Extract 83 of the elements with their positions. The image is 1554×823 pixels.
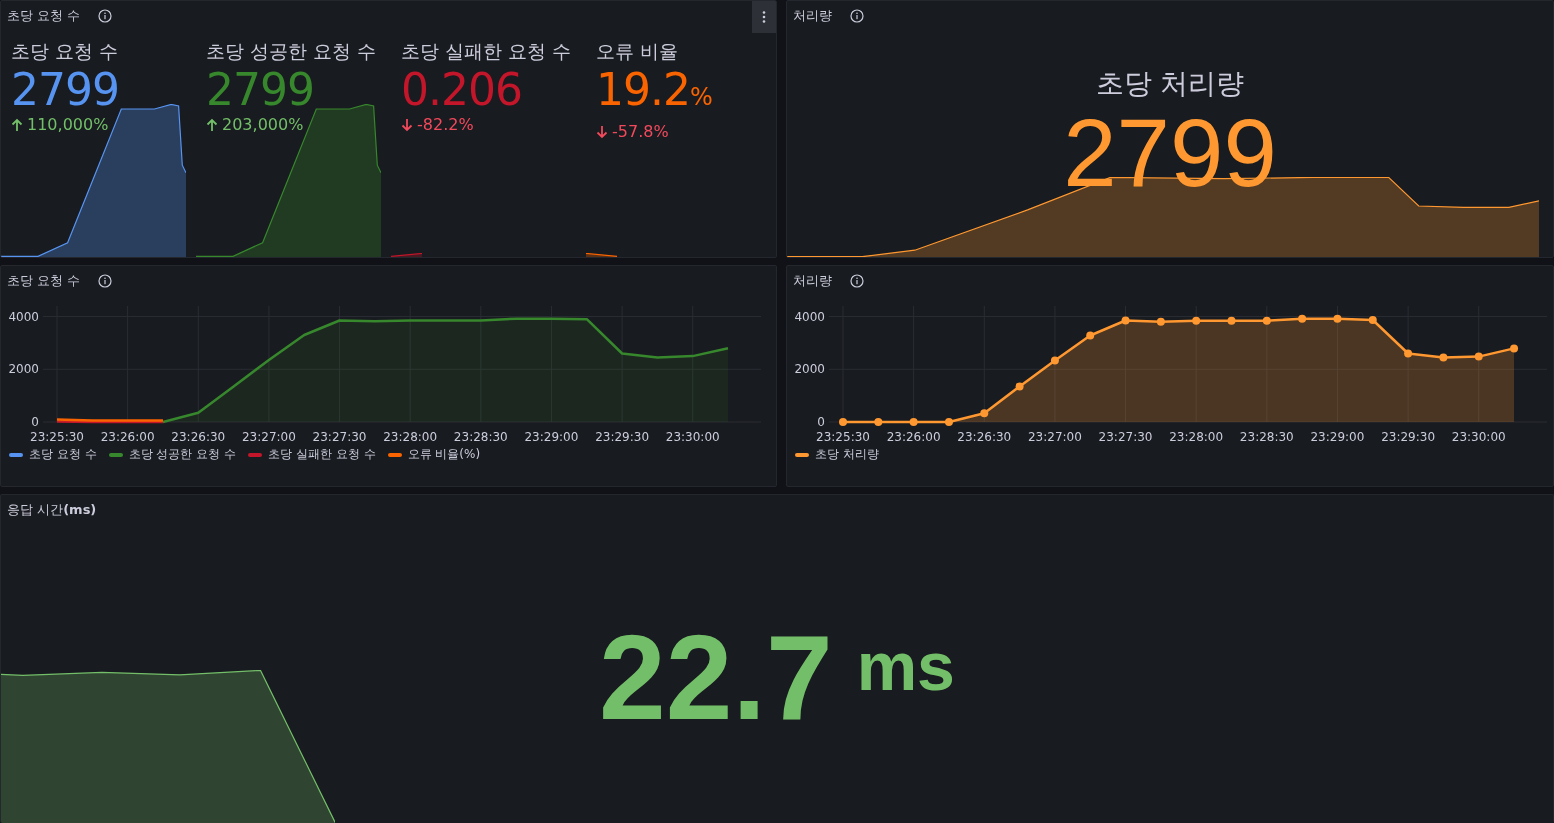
legend-label[interactable]: 초당 처리량 [815,446,879,463]
point [1333,314,1342,323]
legend-label[interactable]: 초당 요청 수 [29,446,97,463]
legend-label[interactable]: 초당 성공한 요청 수 [128,446,237,463]
axis-label: 23:28:30 [1239,430,1294,444]
point [1474,352,1483,361]
axis-label: 0 [31,415,39,429]
info-icon [98,9,113,23]
axis-label: 23:28:30 [453,430,508,444]
info-icon [850,274,864,288]
point [874,418,883,426]
stat-title: 초당 처리량 [1095,66,1245,102]
point [944,418,953,426]
stat-change: 203,000% [222,115,304,134]
up-arrow-icon [206,117,218,132]
axis-label: 23:29:00 [1310,430,1365,444]
axis-label: 23:28:00 [1169,430,1224,444]
panel-title: 초당 요청 수 [7,272,81,290]
point [1368,315,1377,324]
axis-label: 23:26:30 [171,430,226,444]
info-icon [850,9,864,23]
point [1192,316,1201,325]
axis-label: 23:29:30 [595,430,650,444]
point [839,418,847,426]
panel-title: 처리량 [793,272,832,290]
stat-change: 110,000% [27,115,109,134]
axis-label: 23:30:00 [665,430,720,444]
kebab-menu-icon [762,11,766,23]
down-arrow-icon [401,117,413,132]
axis-label: 23:29:30 [1381,430,1436,444]
stat-value: 2799 [206,65,315,115]
axis-label: 23:27:30 [1098,430,1153,444]
panel-title: 초당 요청 수 [7,7,81,25]
point [1510,344,1519,353]
axis-label: 23:25:30 [816,430,870,444]
point [909,418,918,426]
sparkline [586,252,618,257]
point [1439,353,1448,362]
menu-button[interactable] [752,1,776,33]
stat-title: 오류 비율 [596,39,680,64]
stat-value: 0.206 [401,65,523,115]
point [1050,356,1059,365]
legend-label[interactable]: 초당 실패한 요청 수 [268,446,376,463]
axis-label: 23:26:30 [957,430,1012,444]
axis-label: 23:27:00 [241,430,296,444]
axis-label: 23:30:00 [1451,430,1506,444]
stat-change: -57.8% [612,122,669,141]
axis-label: 2000 [8,362,39,377]
point [1298,314,1307,323]
point [1262,316,1271,325]
point [1086,331,1095,340]
stat-title: 초당 요청 수 [11,39,120,64]
panel-title: 처리량 [793,7,832,25]
axis-label: 0 [817,415,825,429]
axis-label: 23:28:00 [383,430,438,444]
axis-label: 4000 [794,309,825,324]
point [1121,316,1130,325]
stat-value: 22.7 [599,609,833,746]
point [1404,349,1413,358]
stat-change: -82.2% [417,115,474,134]
axis-label: 23:25:30 [30,430,84,444]
axis-label: 23:27:30 [312,430,367,444]
point [980,409,989,418]
axis-label: 4000 [8,309,39,324]
stat-value: 2799 [11,65,120,115]
legend-label[interactable]: 오류 비율(%) [407,446,481,463]
axis-label: 23:26:00 [100,430,155,444]
point [1015,382,1024,391]
axis-label: 23:26:00 [886,430,941,444]
axis-label: 2000 [794,362,825,377]
down-arrow-icon [596,124,608,139]
point [1227,316,1236,325]
up-arrow-icon [11,117,23,132]
panel-title: 응답 시간(ms) [7,501,97,519]
stat-value: 19.2% [596,65,713,117]
info-icon [98,274,113,288]
axis-label: 23:27:00 [1027,430,1082,444]
point [1156,317,1165,326]
stat-unit: ms [856,627,955,705]
stat-title: 초당 실패한 요청 수 [401,39,573,64]
stat-title: 초당 성공한 요청 수 [206,39,378,64]
axis-label: 23:29:00 [524,430,579,444]
sparkline [391,252,423,257]
